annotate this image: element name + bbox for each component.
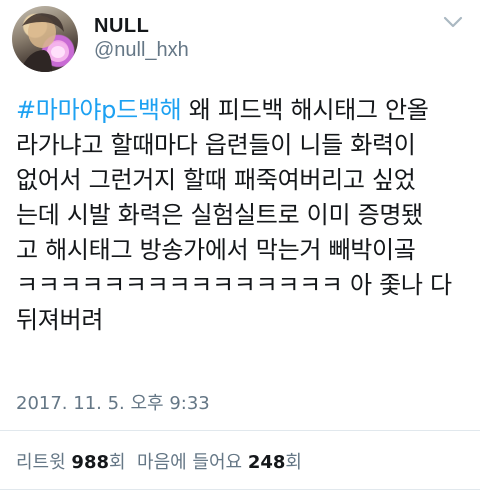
divider	[0, 489, 480, 490]
tweet-line: ㅋㅋㅋㅋㅋㅋㅋㅋㅋㅋㅋㅋㅋㅋㅋ 아 좇나 다	[16, 271, 452, 299]
tweet-line: 고 해시태그 방송가에서 막는거 빼박이곸	[16, 236, 416, 264]
retweet-label: 리트윗	[16, 452, 66, 473]
tweet-card: NULL @null_hxh #마마야p드백해 왜 피드백 해시태그 안올 라가…	[0, 0, 480, 499]
tweet-line: 없어서 그런거지 할때 패죽여버리고 싶었	[16, 166, 416, 194]
retweet-count: 988	[71, 452, 109, 473]
user-handle[interactable]: @null_hxh	[94, 39, 189, 62]
chevron-down-icon[interactable]	[442, 14, 464, 30]
tweet-line: #마마야p드백해 왜 피드백 해시태그 안올	[16, 93, 466, 128]
divider	[0, 430, 480, 431]
tweet-line: 는데 시발 화력은 실험실트로 이미 증명됐	[16, 201, 423, 229]
tweet-line: 뒤져버려	[16, 306, 104, 334]
retweet-stat[interactable]: 리트윗 988회	[16, 452, 126, 473]
tweet-line: 라가냐고 할때마다 읍련들이 니들 화력이	[16, 131, 416, 159]
tweet-line-text: 왜 피드백 해시태그 안올	[181, 96, 429, 124]
like-unit: 회	[285, 452, 302, 473]
tweet-stats: 리트윗 988회 마음에 들어요 248회	[16, 448, 302, 474]
retweet-unit: 회	[109, 452, 126, 473]
like-label: 마음에 들어요	[137, 452, 243, 473]
avatar[interactable]	[12, 6, 78, 72]
tweet-timestamp[interactable]: 2017. 11. 5. 오후 9:33	[16, 389, 210, 415]
like-stat[interactable]: 마음에 들어요 248회	[137, 452, 302, 473]
hashtag-link[interactable]: #마마야p드백해	[16, 96, 182, 124]
like-count: 248	[247, 452, 286, 473]
avatar-image	[20, 13, 69, 72]
tweet-text: #마마야p드백해 왜 피드백 해시태그 안올 라가냐고 할때마다 읍련들이 니들…	[16, 93, 466, 338]
display-name[interactable]: NULL	[94, 15, 149, 38]
